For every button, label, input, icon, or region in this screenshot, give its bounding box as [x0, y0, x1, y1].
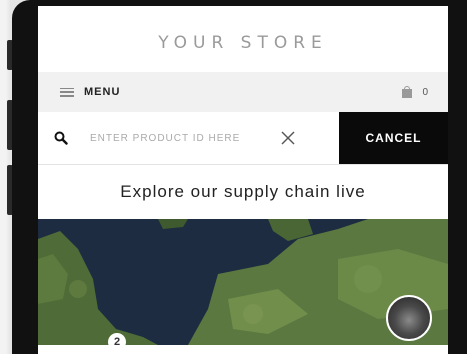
screenshot-stage: YOUR STORE MENU 0 ENTER PRODUCT ID HERE …: [0, 0, 467, 354]
cart-count[interactable]: 0: [422, 87, 428, 98]
shopping-bag-icon[interactable]: [402, 86, 413, 98]
supplier-avatar[interactable]: [386, 295, 432, 341]
cancel-button[interactable]: CANCEL: [339, 112, 448, 164]
product-id-input[interactable]: [90, 132, 280, 144]
search-field-wrapper: [38, 112, 339, 164]
search-bar: CANCEL: [38, 112, 448, 164]
tagline: Explore our supply chain live: [120, 182, 366, 201]
menu-button[interactable]: MENU: [84, 86, 120, 98]
menu-bar: MENU 0: [38, 72, 448, 112]
store-header: YOUR STORE: [38, 6, 448, 72]
tagline-bar: Explore our supply chain live: [38, 164, 448, 219]
hamburger-icon[interactable]: [60, 87, 74, 97]
phone-screen: YOUR STORE MENU 0 ENTER PRODUCT ID HERE …: [38, 6, 448, 354]
search-icon: [54, 131, 68, 145]
map-marker[interactable]: 2: [108, 333, 126, 345]
close-icon[interactable]: [280, 130, 296, 146]
satellite-map[interactable]: 2: [38, 219, 448, 345]
store-title[interactable]: YOUR STORE: [158, 25, 328, 53]
